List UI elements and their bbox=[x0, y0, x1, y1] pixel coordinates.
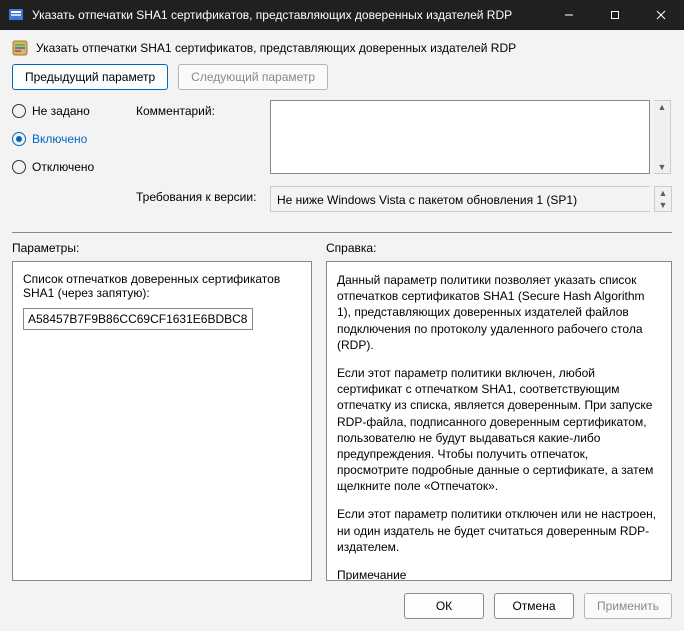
header-row: Указать отпечатки SHA1 сертификатов, пре… bbox=[0, 30, 684, 64]
title-bar: Указать отпечатки SHA1 сертификатов, пре… bbox=[0, 0, 684, 30]
radio-enabled[interactable]: Включено bbox=[12, 132, 132, 146]
policy-title: Указать отпечатки SHA1 сертификатов, пре… bbox=[36, 41, 516, 55]
maximize-button[interactable] bbox=[592, 0, 638, 30]
minimize-button[interactable] bbox=[546, 0, 592, 30]
thumbprints-input[interactable] bbox=[23, 308, 253, 330]
lower-split: Список отпечатков доверенных сертификато… bbox=[0, 255, 684, 581]
help-panel: Данный параметр политики позволяет указа… bbox=[326, 261, 672, 581]
radio-icon bbox=[12, 104, 26, 118]
window-title: Указать отпечатки SHA1 сертификатов, пре… bbox=[32, 8, 546, 22]
comment-textarea[interactable] bbox=[270, 100, 650, 174]
scroll-down-icon: ▼ bbox=[654, 161, 670, 173]
dialog-buttons: ОК Отмена Применить bbox=[0, 581, 684, 631]
window-controls bbox=[546, 0, 684, 30]
help-heading: Справка: bbox=[312, 241, 672, 255]
requirements-value: Не ниже Windows Vista с пакетом обновлен… bbox=[270, 186, 650, 212]
section-labels: Параметры: Справка: bbox=[0, 241, 684, 255]
parameters-panel: Список отпечатков доверенных сертификато… bbox=[12, 261, 312, 581]
state-radio-group: Не задано Включено Отключено bbox=[12, 100, 132, 174]
ok-button[interactable]: ОК bbox=[404, 593, 484, 619]
radio-icon bbox=[12, 132, 26, 146]
help-paragraph: Данный параметр политики позволяет указа… bbox=[337, 272, 661, 353]
policy-icon bbox=[12, 40, 28, 56]
next-setting-button[interactable]: Следующий параметр bbox=[178, 64, 328, 90]
radio-label: Отключено bbox=[32, 160, 94, 174]
scroll-up-icon: ▲ bbox=[655, 187, 671, 199]
cancel-button[interactable]: Отмена bbox=[494, 593, 574, 619]
divider bbox=[12, 232, 672, 233]
requirements-label: Требования к версии: bbox=[136, 186, 266, 212]
help-paragraph: Примечание bbox=[337, 567, 661, 581]
radio-icon bbox=[12, 160, 26, 174]
radio-label: Не задано bbox=[32, 104, 90, 118]
app-icon bbox=[8, 7, 24, 23]
requirements-scrollbar[interactable]: ▲ ▼ bbox=[654, 186, 672, 212]
help-paragraph: Если этот параметр политики включен, люб… bbox=[337, 365, 661, 495]
radio-label: Включено bbox=[32, 132, 87, 146]
thumbprints-label: Список отпечатков доверенных сертификато… bbox=[23, 272, 301, 300]
help-paragraph: Если этот параметр политики отключен или… bbox=[337, 506, 661, 555]
apply-button[interactable]: Применить bbox=[584, 593, 672, 619]
scroll-up-icon: ▲ bbox=[654, 101, 670, 113]
scroll-down-icon: ▼ bbox=[655, 199, 671, 211]
comment-scrollbar[interactable]: ▲ ▼ bbox=[654, 100, 671, 174]
previous-setting-button[interactable]: Предыдущий параметр bbox=[12, 64, 168, 90]
config-area: Не задано Включено Отключено Комментарий… bbox=[0, 100, 684, 212]
nav-row: Предыдущий параметр Следующий параметр bbox=[0, 64, 684, 100]
comment-label: Комментарий: bbox=[136, 100, 266, 118]
radio-not-configured[interactable]: Не задано bbox=[12, 104, 132, 118]
parameters-heading: Параметры: bbox=[12, 241, 312, 255]
close-button[interactable] bbox=[638, 0, 684, 30]
radio-disabled[interactable]: Отключено bbox=[12, 160, 132, 174]
help-text: Данный параметр политики позволяет указа… bbox=[337, 272, 661, 581]
